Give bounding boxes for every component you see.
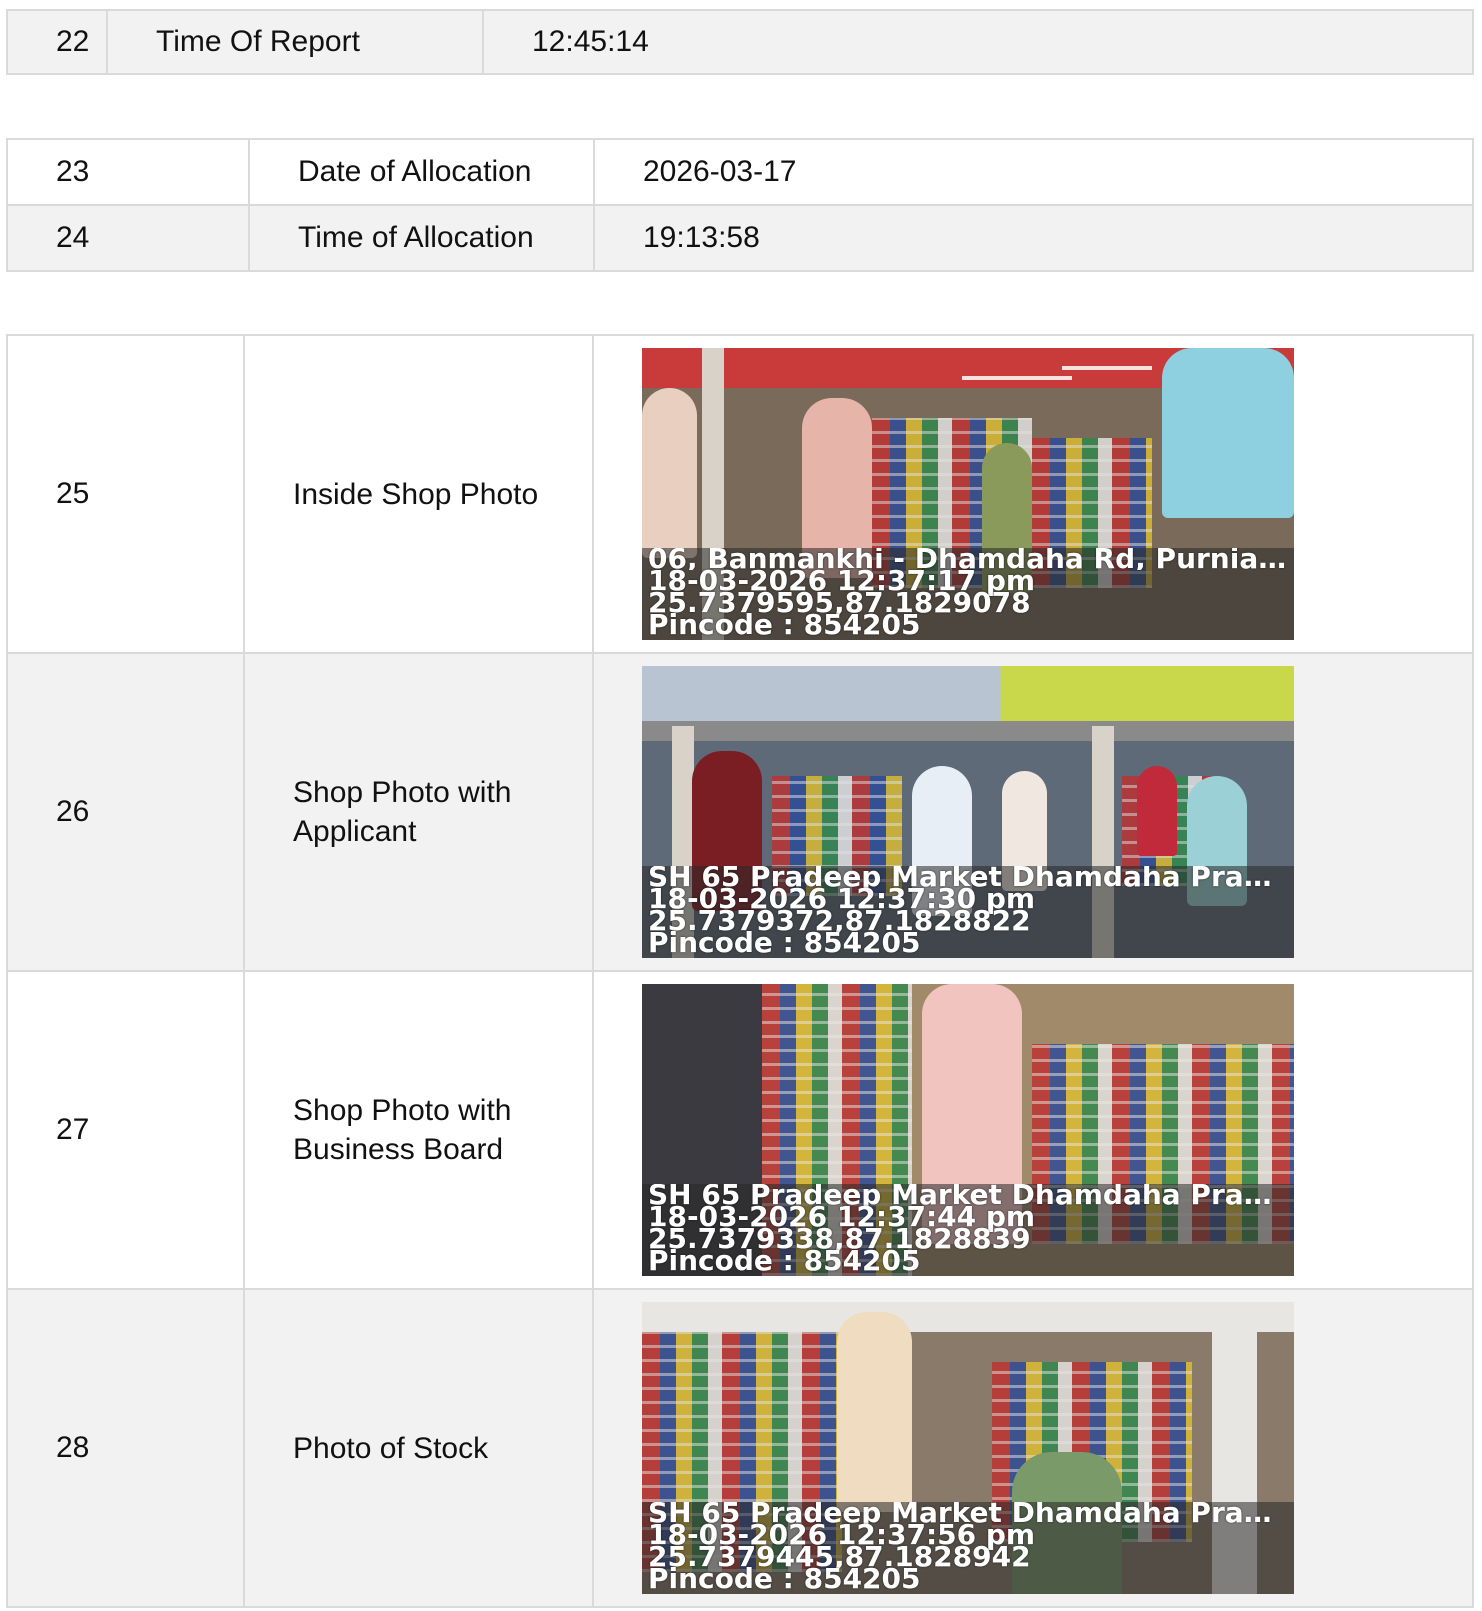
allocation-table: 23 Date of Allocation 2026-03-17 24 Time… — [6, 138, 1474, 272]
photo-cell: SH 65 Pradeep Market Dhamdaha Pradeep ..… — [592, 652, 1474, 972]
photo-cell: SH 65 Pradeep Market Dhamdaha Pradeep ..… — [592, 1288, 1474, 1608]
photo-table: 25 Inside Shop Photo 06, Banmankhi - Dha… — [6, 334, 1474, 1608]
inside-shop-photo[interactable]: 06, Banmankhi - Dhamdaha Rd, Purnia, ...… — [642, 348, 1294, 640]
row-label: Time Of Report — [106, 9, 484, 75]
photo-of-stock[interactable]: SH 65 Pradeep Market Dhamdaha Pradeep ..… — [642, 1302, 1294, 1594]
row-label: Inside Shop Photo — [243, 334, 594, 654]
photo-cell: SH 65 Pradeep Market Dhamdaha Pradeep ..… — [592, 970, 1474, 1290]
row-number: 23 — [6, 138, 250, 206]
table-row: 23 Date of Allocation 2026-03-17 — [6, 138, 1474, 206]
table-row: 27 Shop Photo with Business Board SH 65 … — [6, 970, 1474, 1290]
shop-photo-with-business-board[interactable]: SH 65 Pradeep Market Dhamdaha Pradeep ..… — [642, 984, 1294, 1276]
report-time-table: 22 Time Of Report 12:45:14 — [6, 9, 1474, 75]
row-number: 27 — [6, 970, 245, 1290]
row-label: Photo of Stock — [243, 1288, 594, 1608]
report-page: 22 Time Of Report 12:45:14 23 Date of Al… — [0, 0, 1482, 1611]
photo-stamp-text: SH 65 Pradeep Market Dhamdaha Pradeep ..… — [648, 1184, 1294, 1276]
row-value: 12:45:14 — [482, 9, 1474, 75]
row-label: Shop Photo with Business Board — [243, 970, 594, 1290]
row-number: 25 — [6, 334, 245, 654]
table-row: 25 Inside Shop Photo 06, Banmankhi - Dha… — [6, 334, 1474, 654]
table-row: 24 Time of Allocation 19:13:58 — [6, 204, 1474, 272]
row-label: Time of Allocation — [248, 204, 595, 272]
shop-photo-with-applicant[interactable]: SH 65 Pradeep Market Dhamdaha Pradeep ..… — [642, 666, 1294, 958]
table-row: 26 Shop Photo with Applicant SH 65 Prade… — [6, 652, 1474, 972]
row-number: 24 — [6, 204, 250, 272]
row-label: Shop Photo with Applicant — [243, 652, 594, 972]
table-row: 22 Time Of Report 12:45:14 — [6, 9, 1474, 75]
row-number: 28 — [6, 1288, 245, 1608]
row-label: Date of Allocation — [248, 138, 595, 206]
photo-stamp-text: SH 65 Pradeep Market Dhamdaha Pradeep ..… — [648, 866, 1294, 958]
row-value: 19:13:58 — [593, 204, 1474, 272]
photo-stamp-text: SH 65 Pradeep Market Dhamdaha Pradeep ..… — [648, 1502, 1294, 1594]
photo-stamp-text: 06, Banmankhi - Dhamdaha Rd, Purnia, ...… — [648, 548, 1294, 640]
row-number: 26 — [6, 652, 245, 972]
photo-cell: 06, Banmankhi - Dhamdaha Rd, Purnia, ...… — [592, 334, 1474, 654]
table-row: 28 Photo of Stock SH 65 Pradeep Market D… — [6, 1288, 1474, 1608]
row-number: 22 — [6, 9, 108, 75]
row-value: 2026-03-17 — [593, 138, 1474, 206]
